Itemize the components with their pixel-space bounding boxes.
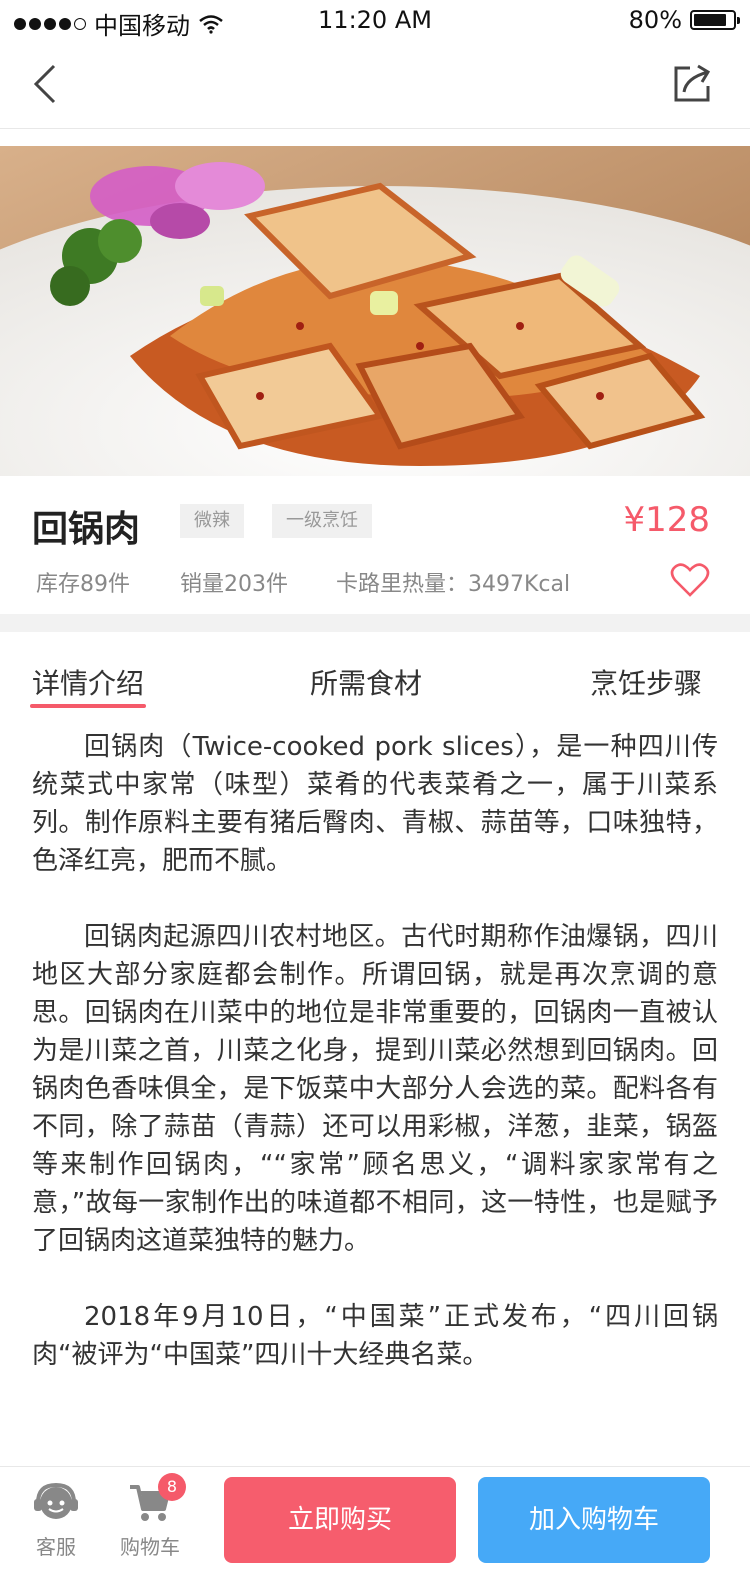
- back-icon[interactable]: [28, 60, 68, 108]
- article-paragraph: 2018年9月10日，“中国菜”正式发布，“四川回锅肉“被评为“中国菜”四川十大…: [32, 1302, 718, 1370]
- buy-now-button[interactable]: 立即购买: [224, 1477, 456, 1563]
- heart-icon[interactable]: [670, 562, 710, 598]
- article-paragraph: 回锅肉起源四川农村地区。古代时期称作油爆锅，四川地区大部分家庭都会制作。所谓回锅…: [32, 922, 718, 1256]
- product-info: 回锅肉 微辣 一级烹饪 ¥128 库存89件 销量203件 卡路里热量：3497…: [0, 476, 750, 614]
- nav-bar: [0, 40, 750, 129]
- product-price: ¥128: [623, 500, 710, 540]
- battery-icon: [690, 10, 740, 30]
- status-bar: 中国移动 11:20 AM 80%: [0, 0, 750, 40]
- stock-label: 库存89件: [36, 572, 130, 597]
- customer-service-label: 客服: [36, 1535, 76, 1559]
- detail-article: 回锅肉（Twice-cooked pork slices），是一种四川传统菜式中…: [32, 728, 718, 1412]
- customer-service-icon: [34, 1482, 78, 1519]
- article-paragraph: 回锅肉（Twice-cooked pork slices），是一种四川传统菜式中…: [32, 732, 718, 876]
- tab-steps[interactable]: 烹饪步骤: [590, 662, 702, 702]
- dish-image: [0, 146, 750, 476]
- bottom-action-bar: 客服 8 购物车 立即购买 加入购物车: [0, 1466, 750, 1585]
- customer-service-button[interactable]: 客服: [16, 1482, 96, 1560]
- tag-level: 一级烹饪: [272, 504, 372, 538]
- cart-label: 购物车: [120, 1535, 180, 1559]
- detail-tabs: 详情介绍 所需食材 烹饪步骤: [0, 632, 750, 716]
- cart-count-badge: 8: [158, 1473, 186, 1501]
- sales-label: 销量203件: [180, 572, 288, 597]
- share-icon[interactable]: [668, 60, 716, 108]
- section-divider: [0, 614, 750, 632]
- product-title: 回锅肉: [32, 509, 141, 550]
- calories-label: 卡路里热量：3497Kcal: [336, 572, 571, 597]
- status-right: 80%: [628, 6, 740, 34]
- battery-percent: 80%: [628, 6, 682, 34]
- add-to-cart-button[interactable]: 加入购物车: [478, 1477, 710, 1563]
- tab-details[interactable]: 详情介绍: [29, 662, 147, 708]
- tag-spice: 微辣: [180, 504, 244, 538]
- tab-ingredients[interactable]: 所需食材: [310, 662, 422, 702]
- cart-shortcut-button[interactable]: 8 购物车: [110, 1473, 190, 1560]
